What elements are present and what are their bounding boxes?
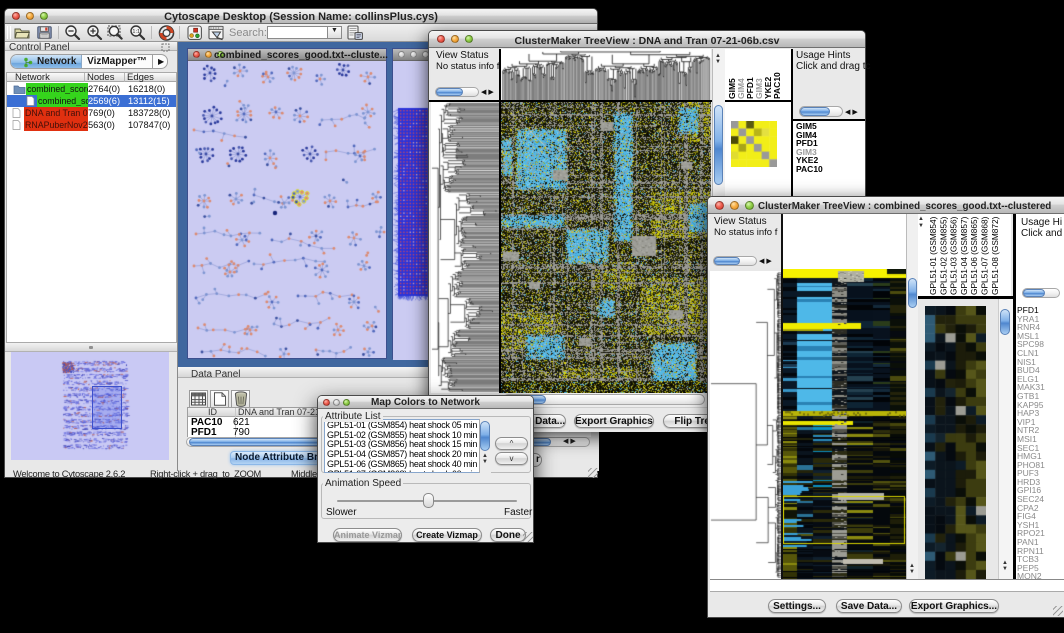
svg-text:GPL51-01 (GSM854): GPL51-01 (GSM854) [928,216,938,295]
svg-text:1:1: 1:1 [132,29,140,35]
svg-text:GPL51-04 (GSM857): GPL51-04 (GSM857) [959,216,969,295]
svg-text:GPL51-08 (GSM872): GPL51-08 (GSM872) [990,216,1000,295]
svg-text:GPL51-03 (GSM856): GPL51-03 (GSM856) [949,216,959,295]
svg-text:GPL51-06 (GSM865): GPL51-06 (GSM865) [969,216,979,295]
svg-text:GPL51-07 (GSM868): GPL51-07 (GSM868) [980,216,990,295]
svg-text:GPL51-02 (GSM855): GPL51-02 (GSM855) [938,216,948,295]
svg-text:PAC10: PAC10 [772,72,782,99]
